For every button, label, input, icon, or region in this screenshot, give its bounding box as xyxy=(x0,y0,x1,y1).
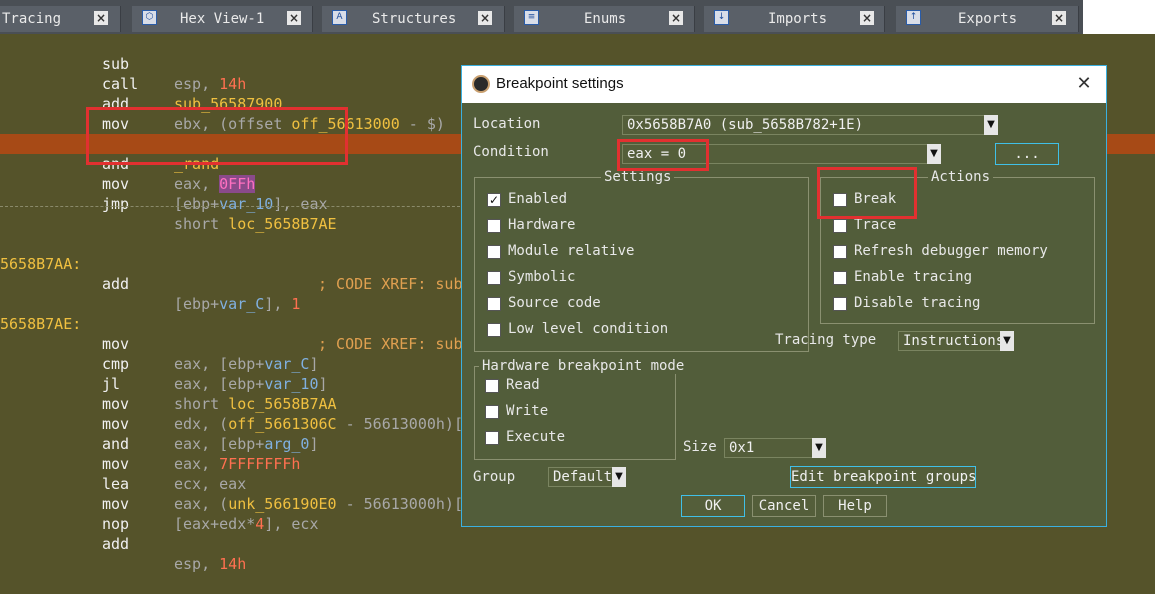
group-label: Group xyxy=(473,469,516,485)
checkbox-label: Hardware xyxy=(508,217,576,233)
close-icon[interactable]: × xyxy=(94,11,108,25)
checkbox-label: Enable tracing xyxy=(854,269,973,285)
checkbox-label: Symbolic xyxy=(508,269,576,285)
checkbox-label: Read xyxy=(506,377,540,393)
checkbox-box[interactable] xyxy=(487,271,501,285)
chevron-down-icon[interactable]: ▼ xyxy=(984,115,998,135)
tab-label: Structures xyxy=(372,11,457,27)
checkbox-label: Disable tracing xyxy=(854,295,981,311)
chevron-down-icon[interactable]: ▼ xyxy=(1000,331,1014,351)
chevron-down-icon[interactable]: ▼ xyxy=(812,438,826,458)
mnemonic: add xyxy=(102,535,130,553)
tracing-type-select[interactable]: Instructions xyxy=(898,331,1004,351)
location-input[interactable]: 0x5658B7A0 (sub_5658B782+1E) xyxy=(622,115,986,135)
breakpoint-settings-dialog: Breakpoint settings ✕ Location 0x5658B7A… xyxy=(461,65,1107,527)
chevron-down-icon[interactable]: ▼ xyxy=(927,144,941,164)
tab-strip: Tracing × ⬡ Hex View-1 × A Structures × … xyxy=(0,0,1083,34)
checkbox-box[interactable] xyxy=(485,405,499,419)
tab-label: Imports xyxy=(768,11,828,27)
code-comment: ; CODE XREF: sub xyxy=(318,275,463,293)
checkbox-box[interactable] xyxy=(833,271,847,285)
help-button[interactable]: Help xyxy=(823,495,887,517)
settings-group-title: Settings xyxy=(601,169,675,185)
tab-tracing[interactable]: Tracing × xyxy=(0,6,121,32)
tab-enums[interactable]: ≡ Enums × xyxy=(514,6,695,32)
checkbox-label: Source code xyxy=(508,295,601,311)
close-icon[interactable]: × xyxy=(860,11,874,25)
close-icon[interactable]: ✕ xyxy=(1074,74,1094,94)
ok-button[interactable]: OK xyxy=(681,495,745,517)
checkbox-box[interactable] xyxy=(487,323,501,337)
tracing-type-label: Tracing type xyxy=(775,332,877,348)
checkbox-label: Trace xyxy=(854,217,897,233)
close-icon[interactable]: × xyxy=(1052,11,1066,25)
hardware-mode-group-title: Hardware breakpoint mode xyxy=(479,358,688,374)
tab-exports[interactable]: ↑ Exports × xyxy=(896,6,1079,32)
dialog-title: Breakpoint settings xyxy=(496,75,624,92)
highlight-box-condition xyxy=(617,139,709,171)
checkbox-box[interactable] xyxy=(487,219,501,233)
size-label: Size xyxy=(683,439,717,455)
settings-group: Settings ✓ Enabled Hardware Module relat… xyxy=(474,169,809,352)
checkbox-label: Execute xyxy=(506,429,566,445)
checkbox-box[interactable] xyxy=(485,431,499,445)
close-icon[interactable]: × xyxy=(669,11,683,25)
operand: [ebp+var_10], eax xyxy=(174,195,328,213)
edit-breakpoint-groups-button[interactable]: Edit breakpoint groups xyxy=(790,466,976,488)
highlight-box-code xyxy=(86,107,348,165)
checkbox-label: Write xyxy=(506,403,549,419)
tab-bar: Tracing × ⬡ Hex View-1 × A Structures × … xyxy=(0,0,1155,34)
checkbox-box[interactable] xyxy=(833,297,847,311)
enums-icon: ≡ xyxy=(524,10,539,25)
checkbox-label: Enabled xyxy=(508,191,568,207)
checkbox-box[interactable] xyxy=(833,245,847,259)
size-select[interactable]: 0x1 xyxy=(724,438,814,458)
operand[interactable]: short loc_5658B7AE xyxy=(174,214,337,234)
condition-label: Condition xyxy=(473,144,549,160)
checkbox-label: Low level condition xyxy=(508,321,669,337)
chevron-down-icon[interactable]: ▼ xyxy=(612,467,626,487)
app-logo-icon xyxy=(472,75,490,93)
checkbox-label: Module relative xyxy=(508,243,635,259)
checkbox-box[interactable] xyxy=(487,297,501,311)
condition-more-button[interactable]: ... xyxy=(995,143,1059,165)
checkbox-label: Refresh debugger memory xyxy=(854,243,1048,259)
imports-icon: ↓ xyxy=(714,10,729,25)
mnemonic: add xyxy=(102,275,130,293)
group-select[interactable]: Default xyxy=(548,467,614,487)
tab-label: Exports xyxy=(958,11,1018,27)
checkbox-box[interactable] xyxy=(485,379,499,393)
operand: esp, 14h xyxy=(174,555,247,573)
dialog-titlebar[interactable]: Breakpoint settings ✕ xyxy=(462,66,1106,103)
check-icon[interactable]: ✓ xyxy=(487,193,501,207)
function-separator xyxy=(0,206,460,207)
exports-icon: ↑ xyxy=(906,10,921,25)
hex-view-icon: ⬡ xyxy=(142,10,157,25)
tab-hex-view[interactable]: ⬡ Hex View-1 × xyxy=(132,6,313,32)
tab-label: Tracing xyxy=(2,11,62,27)
structures-icon: A xyxy=(332,10,347,25)
hardware-breakpoint-mode-group: Hardware breakpoint mode Read Write Exec… xyxy=(474,358,688,460)
mnemonic: jmp xyxy=(102,195,130,213)
tab-label: Enums xyxy=(584,11,627,27)
tab-structures[interactable]: A Structures × xyxy=(322,6,505,32)
cancel-button[interactable]: Cancel xyxy=(752,495,816,517)
close-icon[interactable]: × xyxy=(478,11,492,25)
actions-group-title: Actions xyxy=(928,169,994,185)
checkbox-box[interactable] xyxy=(487,245,501,259)
tab-imports[interactable]: ↓ Imports × xyxy=(704,6,885,32)
close-icon[interactable]: × xyxy=(287,11,301,25)
code-line[interactable]: sub esp, 14h xyxy=(0,34,1155,93)
tab-label: Hex View-1 xyxy=(180,11,265,27)
checkbox-box[interactable] xyxy=(833,219,847,233)
location-label: Location xyxy=(473,116,541,132)
highlight-box-break xyxy=(817,167,917,219)
